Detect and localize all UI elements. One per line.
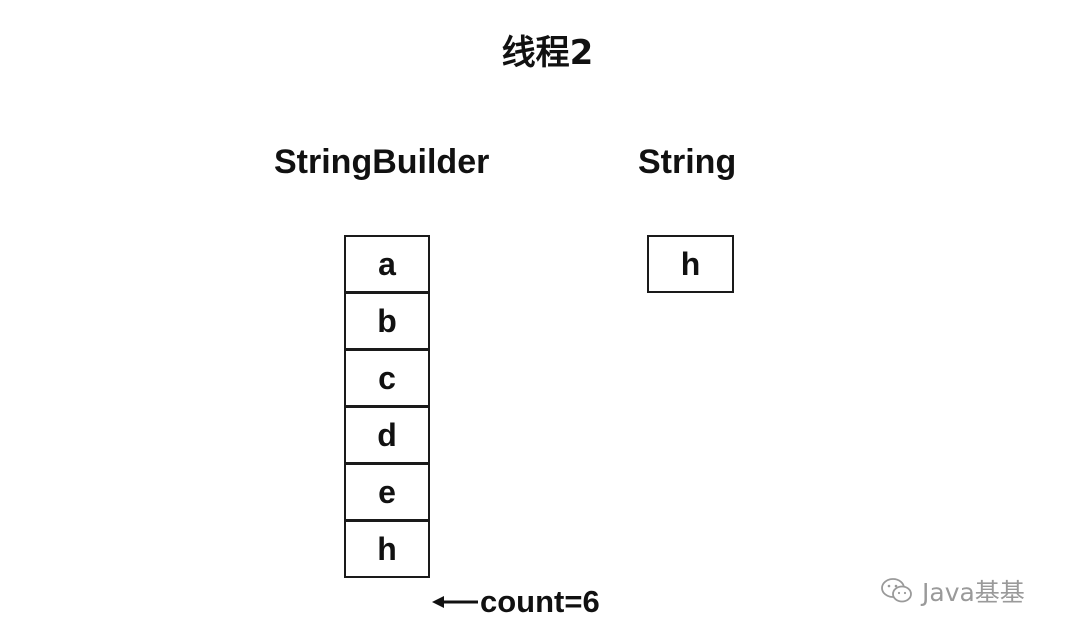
watermark: Java基基 bbox=[880, 573, 1025, 609]
buffer-cell: h bbox=[344, 520, 430, 578]
stringbuilder-label: StringBuilder bbox=[274, 143, 490, 181]
watermark-text: Java基基 bbox=[922, 578, 1025, 607]
diagram-title: 线程2 bbox=[501, 33, 594, 73]
left-arrow-icon bbox=[432, 596, 478, 608]
buffer-cell: c bbox=[344, 349, 430, 407]
wechat-icon bbox=[881, 578, 912, 603]
buffer-cell: a bbox=[344, 235, 430, 293]
string-label: String bbox=[638, 143, 737, 181]
buffer-cell: d bbox=[344, 406, 430, 464]
count-label: count=6 bbox=[480, 584, 600, 619]
count-pointer: count=6 bbox=[432, 582, 600, 622]
buffer-cell: b bbox=[344, 292, 430, 350]
stringbuilder-buffer: a b c d e h bbox=[344, 235, 430, 578]
buffer-cell: e bbox=[344, 463, 430, 521]
string-cell: h bbox=[647, 235, 734, 293]
